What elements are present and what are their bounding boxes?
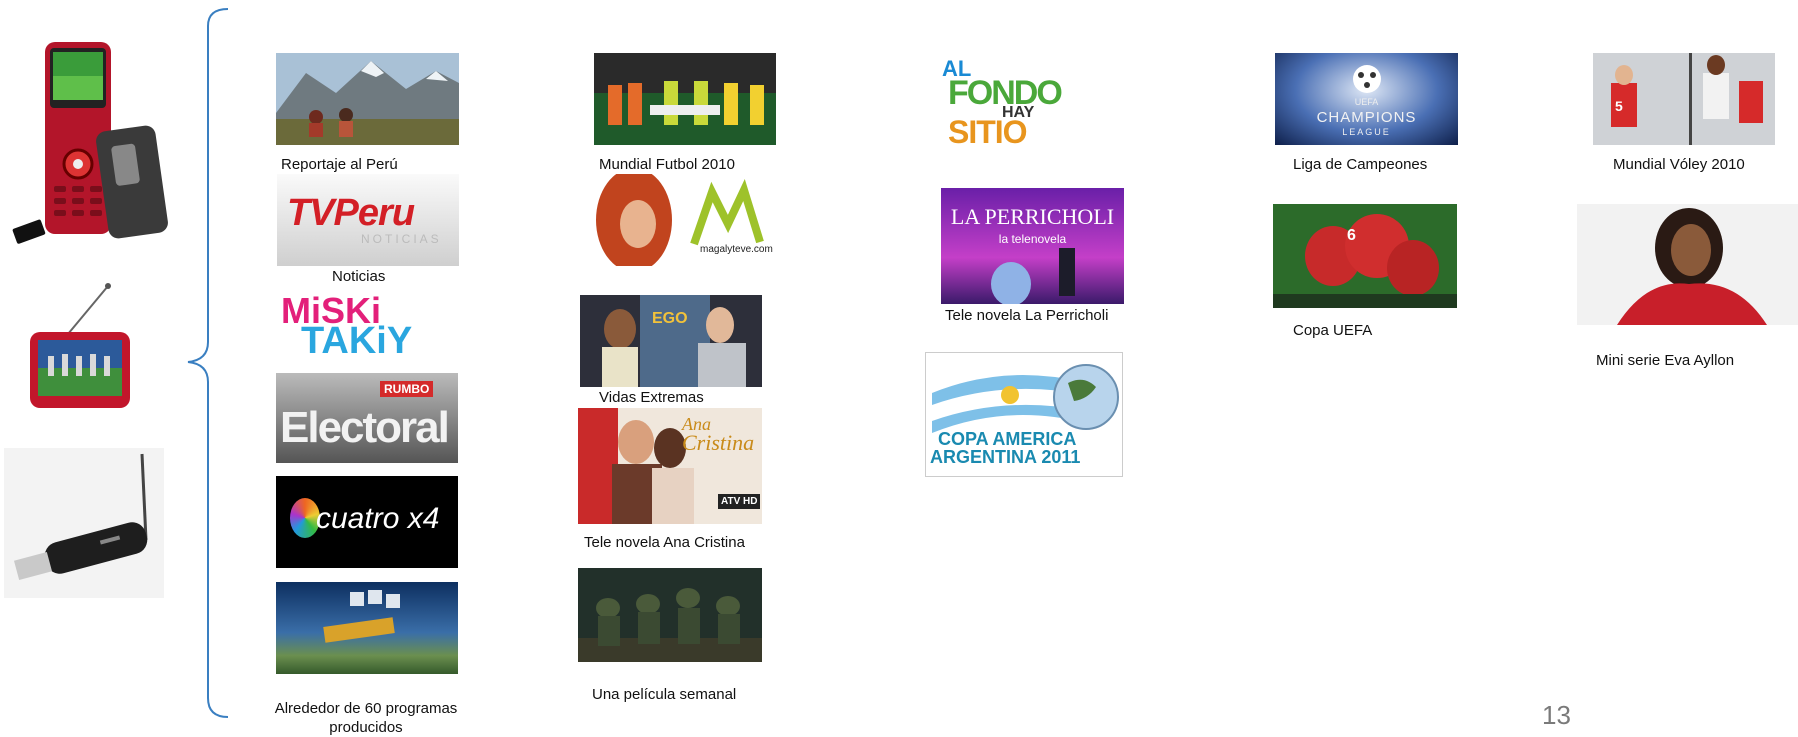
mundial-voley-thumbnail: 5: [1593, 53, 1775, 145]
svg-text:6: 6: [1347, 227, 1356, 244]
usb-tv-tuner-image: [4, 448, 164, 598]
taki-wordmark: TAKiY: [301, 320, 413, 362]
caption-la-perricholi: Tele novela La Perricholi: [945, 307, 1109, 324]
atv-hd-badge: ATV HD: [718, 494, 761, 509]
svg-text:5: 5: [1615, 98, 1623, 114]
tv-peru-wordmark: TVPeru: [287, 192, 415, 234]
champions-word: CHAMPIONS: [1316, 109, 1417, 126]
caption-ana-cristina: Tele novela Ana Cristina: [584, 534, 745, 551]
page-number: 13: [1542, 700, 1571, 730]
la-perricholi-thumbnail: LA PERRICHOLI la telenovela: [941, 188, 1124, 304]
caption-alrededor-line2: producidos: [329, 719, 403, 736]
cuatro-x4-logo: cuatro x4: [276, 476, 458, 568]
electoral-wordmark: Electoral: [280, 403, 450, 452]
caption-liga-campeones: Liga de Campeones: [1293, 156, 1428, 173]
rumbo-electoral-logo: RUMBO Electoral: [276, 373, 458, 463]
caption-eva-ayllon: Mini serie Eva Ayllon: [1596, 352, 1735, 369]
tv-phone-image: [28, 282, 132, 412]
caption-mundial-voley: Mundial Vóley 2010: [1613, 156, 1745, 173]
champions-league-logo: UEFA CHAMPIONS LEAGUE: [1275, 53, 1458, 145]
costumbres-logo: [276, 582, 458, 674]
caption-alrededor-line1: Alrededor de 60 programas: [274, 700, 458, 717]
champions-uefa: UEFA: [1354, 97, 1379, 107]
caption-mundial-futbol: Mundial Futbol 2010: [599, 156, 735, 173]
flip-phone-image: [8, 36, 176, 248]
rumbo-label: RUMBO: [380, 381, 434, 397]
ana-cristina-thumbnail: Ana Cristina ATV HD: [578, 408, 762, 524]
pelicula-thumbnail: [578, 568, 762, 662]
copa-america-logo: COPA AMERICA ARGENTINA 2011: [925, 352, 1123, 477]
caption-vidas-extremas: Vidas Extremas: [599, 389, 704, 406]
vidas-extremas-thumbnail: EGO: [580, 295, 762, 387]
miski-taki-logo: MiSKi TAKiY: [279, 294, 459, 362]
al-fondo-line4: SITIO: [948, 114, 1028, 150]
cristina-wordmark: Cristina: [682, 430, 755, 455]
copa-america-line2: ARGENTINA 2011: [930, 447, 1081, 467]
caption-pelicula-semanal: Una película semanal: [592, 686, 737, 703]
caption-reportaje-peru: Reportaje al Perú: [281, 156, 398, 173]
magaly-tv-thumbnail: magalyteve.com: [594, 174, 776, 266]
al-fondo-hay-sitio-logo: AL FONDO HAY SITIO: [942, 52, 1094, 150]
tv-peru-noticias-logo: TVPeru NOTICIAS: [277, 174, 459, 266]
peru-mountains-thumbnail: [276, 53, 459, 145]
cuatro-wordmark: cuatro x4: [316, 502, 440, 535]
caption-copa-uefa: Copa UEFA: [1293, 322, 1373, 339]
tv-peru-subtitle: NOTICIAS: [361, 232, 442, 246]
eva-ayllon-thumbnail: [1577, 204, 1798, 325]
left-curly-bracket: [180, 6, 230, 720]
champions-league: LEAGUE: [1342, 127, 1391, 137]
magaly-url: magalyteve.com: [700, 244, 773, 255]
mundial-futbol-thumbnail: [594, 53, 776, 145]
svg-text:EGO: EGO: [652, 310, 688, 327]
caption-noticias: Noticias: [332, 268, 386, 285]
copa-uefa-thumbnail: 6: [1273, 204, 1457, 308]
